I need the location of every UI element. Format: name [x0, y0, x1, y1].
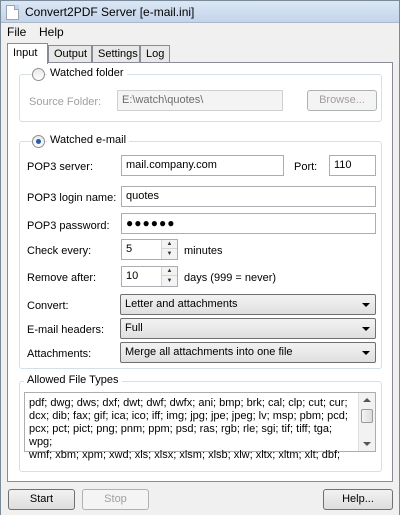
check-every-value: 5	[126, 243, 133, 255]
spin-down-arrow-icon[interactable]: ▼	[162, 277, 177, 286]
spin-up-arrow-icon[interactable]: ▲	[162, 240, 177, 249]
allowed-file-types-label: Allowed File Types	[24, 374, 122, 386]
attachments-selected-value: Merge all attachments into one file	[125, 346, 293, 358]
attachments-label: Attachments:	[27, 348, 92, 360]
menu-file[interactable]: File	[7, 25, 26, 39]
scroll-up-arrow-icon[interactable]	[363, 398, 371, 402]
port-input[interactable]: 110	[329, 155, 376, 176]
convert-select[interactable]: Letter and attachments	[120, 294, 376, 315]
remove-after-label: Remove after:	[27, 272, 97, 284]
dropdown-arrow-icon	[362, 303, 370, 307]
bottom-button-bar: Start Stop Help...	[1, 483, 399, 515]
check-every-spin-buttons: ▲ ▼	[161, 240, 177, 259]
convert-selected-value: Letter and attachments	[125, 298, 238, 310]
pop3-login-label: POP3 login name:	[27, 192, 117, 204]
pop3-password-input[interactable]: ●●●●●●	[121, 213, 376, 234]
file-types-scrollbar[interactable]	[358, 393, 375, 451]
start-button[interactable]: Start	[8, 489, 75, 510]
stop-button[interactable]: Stop	[82, 489, 149, 510]
allowed-file-types-textarea[interactable]: pdf; dwg; dws; dxf; dwt; dwf; dwfx; ani;…	[24, 392, 376, 461]
app-window: Convert2PDF Server [e-mail.ini] File Hel…	[0, 0, 400, 515]
pop3-login-input[interactable]: quotes	[121, 186, 376, 207]
remove-after-spin-buttons: ▲ ▼	[161, 267, 177, 286]
file-types-line: wmf; xbm; xpm; xwd; xls; xlsx; xlsm; xls…	[29, 449, 341, 461]
remove-after-unit: days (999 = never)	[184, 272, 277, 284]
dropdown-arrow-icon	[362, 351, 370, 355]
check-every-unit: minutes	[184, 245, 223, 257]
spin-up-arrow-icon[interactable]: ▲	[162, 267, 177, 276]
watched-folder-radio[interactable]	[32, 68, 45, 81]
pop3-server-input[interactable]: mail.company.com	[121, 155, 284, 176]
email-headers-selected-value: Full	[125, 322, 143, 334]
menu-help[interactable]: Help	[39, 25, 64, 39]
scroll-down-arrow-icon[interactable]	[363, 442, 371, 446]
tab-settings[interactable]: Settings	[92, 45, 140, 63]
tab-output[interactable]: Output	[48, 45, 92, 63]
browse-button[interactable]: Browse...	[307, 90, 377, 111]
port-label: Port:	[294, 161, 318, 173]
help-button[interactable]: Help...	[323, 489, 393, 510]
watched-folder-label: Watched folder	[47, 67, 127, 79]
remove-after-value: 10	[126, 270, 139, 282]
email-headers-label: E-mail headers:	[27, 324, 105, 336]
tab-log[interactable]: Log	[140, 45, 170, 63]
dropdown-arrow-icon	[362, 327, 370, 331]
app-document-icon	[6, 5, 19, 20]
email-headers-select[interactable]: Full	[120, 318, 376, 339]
source-folder-input[interactable]: E:\watch\quotes\	[117, 90, 283, 111]
menu-bar: File Help	[1, 23, 399, 41]
watched-email-label: Watched e-mail	[47, 134, 130, 146]
file-types-line: pcx; pct; pict; png; pnm; ppm; psd; ras;…	[29, 423, 333, 448]
convert-label: Convert:	[27, 300, 69, 312]
check-every-label: Check every:	[27, 245, 92, 257]
file-types-line: dcx; dib; fax; gif; ica; ico; iff; img; …	[29, 410, 348, 422]
remove-after-spinner[interactable]: 10 ▲ ▼	[121, 266, 178, 287]
pop3-server-label: POP3 server:	[27, 161, 94, 173]
attachments-select[interactable]: Merge all attachments into one file	[120, 342, 376, 363]
input-tab-panel: Watched folder Source Folder: E:\watch\q…	[7, 62, 393, 482]
spin-down-arrow-icon[interactable]: ▼	[162, 250, 177, 259]
tab-input[interactable]: Input	[7, 43, 48, 64]
title-bar[interactable]: Convert2PDF Server [e-mail.ini]	[1, 1, 399, 23]
scroll-thumb[interactable]	[361, 409, 373, 423]
pop3-password-label: POP3 password:	[27, 220, 110, 232]
watched-email-radio[interactable]	[32, 135, 45, 148]
check-every-spinner[interactable]: 5 ▲ ▼	[121, 239, 178, 260]
window-title: Convert2PDF Server [e-mail.ini]	[25, 5, 195, 19]
file-types-text: pdf; dwg; dws; dxf; dwt; dwf; dwfx; ani;…	[29, 397, 354, 462]
source-folder-label: Source Folder:	[29, 96, 102, 108]
file-types-line: pdf; dwg; dws; dxf; dwt; dwf; dwfx; ani;…	[29, 397, 348, 409]
